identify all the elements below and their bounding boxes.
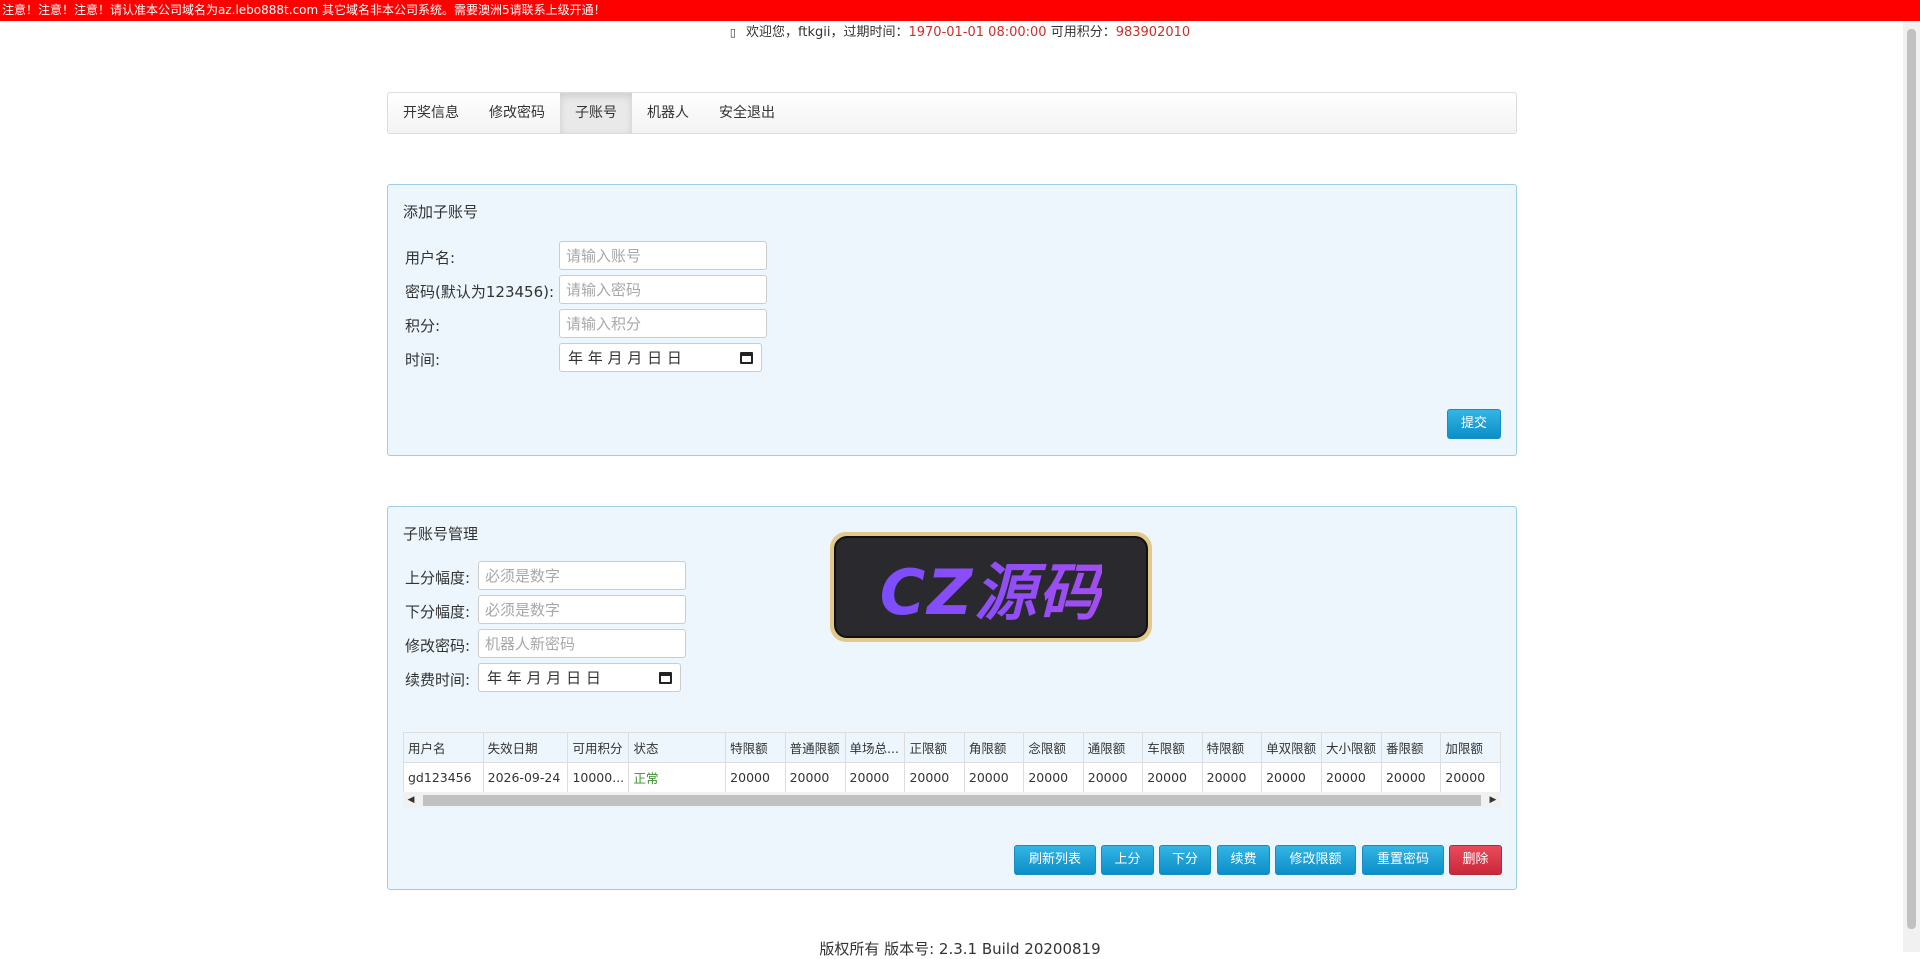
scrollbar-thumb[interactable]: [423, 794, 1481, 806]
renew-button[interactable]: 续费: [1217, 845, 1270, 875]
table-cell: 20000: [963, 762, 1025, 792]
renew-date-input[interactable]: 年 年 月 月 日 日: [478, 663, 681, 692]
tab-robot[interactable]: 机器人: [632, 93, 704, 133]
column-header[interactable]: 念限额: [1023, 732, 1084, 763]
column-header[interactable]: 失效日期: [482, 732, 569, 763]
column-header[interactable]: 加限额: [1440, 732, 1501, 763]
table-cell: 20000: [1380, 762, 1442, 792]
date-placeholder: 年 年 月 月 日 日: [568, 349, 682, 367]
column-header[interactable]: 番限额: [1380, 732, 1442, 763]
password-input[interactable]: [559, 275, 767, 304]
panel-title: 子账号管理: [403, 525, 479, 543]
add-points-button[interactable]: 上分: [1101, 845, 1154, 875]
delete-button[interactable]: 删除: [1449, 845, 1502, 875]
new-password-input[interactable]: [478, 629, 686, 658]
column-header[interactable]: 正限额: [904, 732, 965, 763]
points-input-label: 积分:: [405, 316, 441, 335]
notice-bar: 注意！注意！注意！请认准本公司域名为az.lebo888t.com 其它域名非本…: [0, 0, 1920, 21]
expire-time: 1970-01-01 08:00:00: [908, 25, 1047, 40]
up-range-label: 上分幅度:: [405, 568, 471, 587]
reset-password-button[interactable]: 重置密码: [1362, 845, 1444, 875]
footer-copyright: 版权所有 版本号: 2.3.1 Build 20200819: [819, 940, 1101, 958]
table-cell: 20000: [1440, 762, 1501, 792]
column-header[interactable]: 单双限额: [1261, 732, 1323, 763]
password-label: 密码(默认为123456):: [405, 282, 555, 301]
table-cell: 20000: [1261, 762, 1323, 792]
top-nav: 开奖信息 修改密码 子账号 机器人 安全退出: [387, 92, 1517, 134]
table-cell: 2026-09-24: [482, 762, 569, 792]
column-header[interactable]: 特限额: [1201, 732, 1263, 763]
column-header[interactable]: 可用积分: [567, 732, 630, 763]
column-header[interactable]: 状态: [628, 732, 727, 763]
table-cell: 20000: [725, 762, 786, 792]
table-cell: 10000...: [567, 762, 630, 792]
points-value: 983902010: [1115, 25, 1191, 40]
down-range-label: 下分幅度:: [405, 602, 471, 621]
status-cell: 正常: [628, 762, 727, 792]
calendar-icon[interactable]: [659, 671, 672, 684]
sub-account-table: 用户名 失效日期 可用积分 状态 特限额 普通限额 单场总... 正限额 角限额…: [403, 732, 1501, 792]
table-cell: gd123456: [403, 762, 484, 792]
column-header[interactable]: 角限额: [963, 732, 1025, 763]
column-header[interactable]: 用户名: [403, 732, 484, 763]
column-header[interactable]: 通限额: [1082, 732, 1144, 763]
tab-logout[interactable]: 安全退出: [704, 93, 790, 133]
cz-source-logo: CZ源码: [830, 532, 1152, 642]
table-cell: 20000: [844, 762, 906, 792]
date-input[interactable]: 年 年 月 月 日 日: [559, 343, 762, 372]
column-header[interactable]: 单场总...: [844, 732, 906, 763]
tab-lottery-info[interactable]: 开奖信息: [388, 93, 474, 133]
scroll-right-icon[interactable]: ▶: [1485, 795, 1501, 805]
change-password-label: 修改密码:: [405, 636, 471, 655]
welcome-text: 欢迎您，ftkgii，过期时间：: [746, 25, 909, 40]
tab-sub-accounts[interactable]: 子账号: [560, 93, 632, 133]
table-cell: 20000: [1321, 762, 1382, 792]
scrollbar-thumb[interactable]: [1907, 29, 1916, 929]
points-input[interactable]: [559, 309, 767, 338]
add-sub-account-panel: 添加子账号 用户名: 密码(默认为123456): 积分: 时间: 年 年 月 …: [387, 184, 1517, 456]
table-cell: 20000: [904, 762, 965, 792]
up-range-input[interactable]: [478, 561, 686, 590]
bell-icon: ▯: [729, 26, 736, 39]
table-cell: 20000: [1201, 762, 1263, 792]
column-header[interactable]: 车限额: [1142, 732, 1203, 763]
table-header-row: 用户名 失效日期 可用积分 状态 特限额 普通限额 单场总... 正限额 角限额…: [403, 732, 1501, 763]
deduct-points-button[interactable]: 下分: [1159, 845, 1211, 875]
tab-change-password[interactable]: 修改密码: [474, 93, 560, 133]
calendar-icon[interactable]: [740, 351, 753, 364]
down-range-input[interactable]: [478, 595, 686, 624]
sub-account-table-wrapper: 用户名 失效日期 可用积分 状态 特限额 普通限额 单场总... 正限额 角限额…: [403, 732, 1501, 792]
refresh-list-button[interactable]: 刷新列表: [1014, 845, 1096, 875]
username-input[interactable]: [559, 241, 767, 270]
table-cell: 20000: [1082, 762, 1144, 792]
logo-text: CZ源码: [880, 542, 1102, 632]
date-placeholder: 年 年 月 月 日 日: [487, 669, 601, 687]
column-header[interactable]: 大小限额: [1321, 732, 1382, 763]
submit-button[interactable]: 提交: [1447, 409, 1501, 439]
table-cell: 20000: [784, 762, 846, 792]
username-label: 用户名:: [405, 248, 456, 267]
page-vertical-scrollbar[interactable]: [1903, 21, 1920, 952]
panel-title: 添加子账号: [403, 203, 479, 221]
points-label: 可用积分：: [1050, 25, 1116, 40]
table-cell: 20000: [1142, 762, 1203, 792]
column-header[interactable]: 普通限额: [784, 732, 846, 763]
time-label: 时间:: [405, 350, 441, 369]
renew-time-label: 续费时间:: [405, 670, 471, 689]
table-row[interactable]: gd123456 2026-09-24 10000... 正常 20000 20…: [403, 762, 1501, 792]
table-horizontal-scrollbar[interactable]: ◀ ▶: [403, 792, 1501, 808]
welcome-bar: ▯ 欢迎您，ftkgii，过期时间：1970-01-01 08:00:00 可用…: [0, 22, 1920, 44]
scroll-left-icon[interactable]: ◀: [403, 795, 419, 805]
column-header[interactable]: 特限额: [725, 732, 786, 763]
table-cell: 20000: [1023, 762, 1084, 792]
modify-limit-button[interactable]: 修改限额: [1275, 845, 1356, 875]
